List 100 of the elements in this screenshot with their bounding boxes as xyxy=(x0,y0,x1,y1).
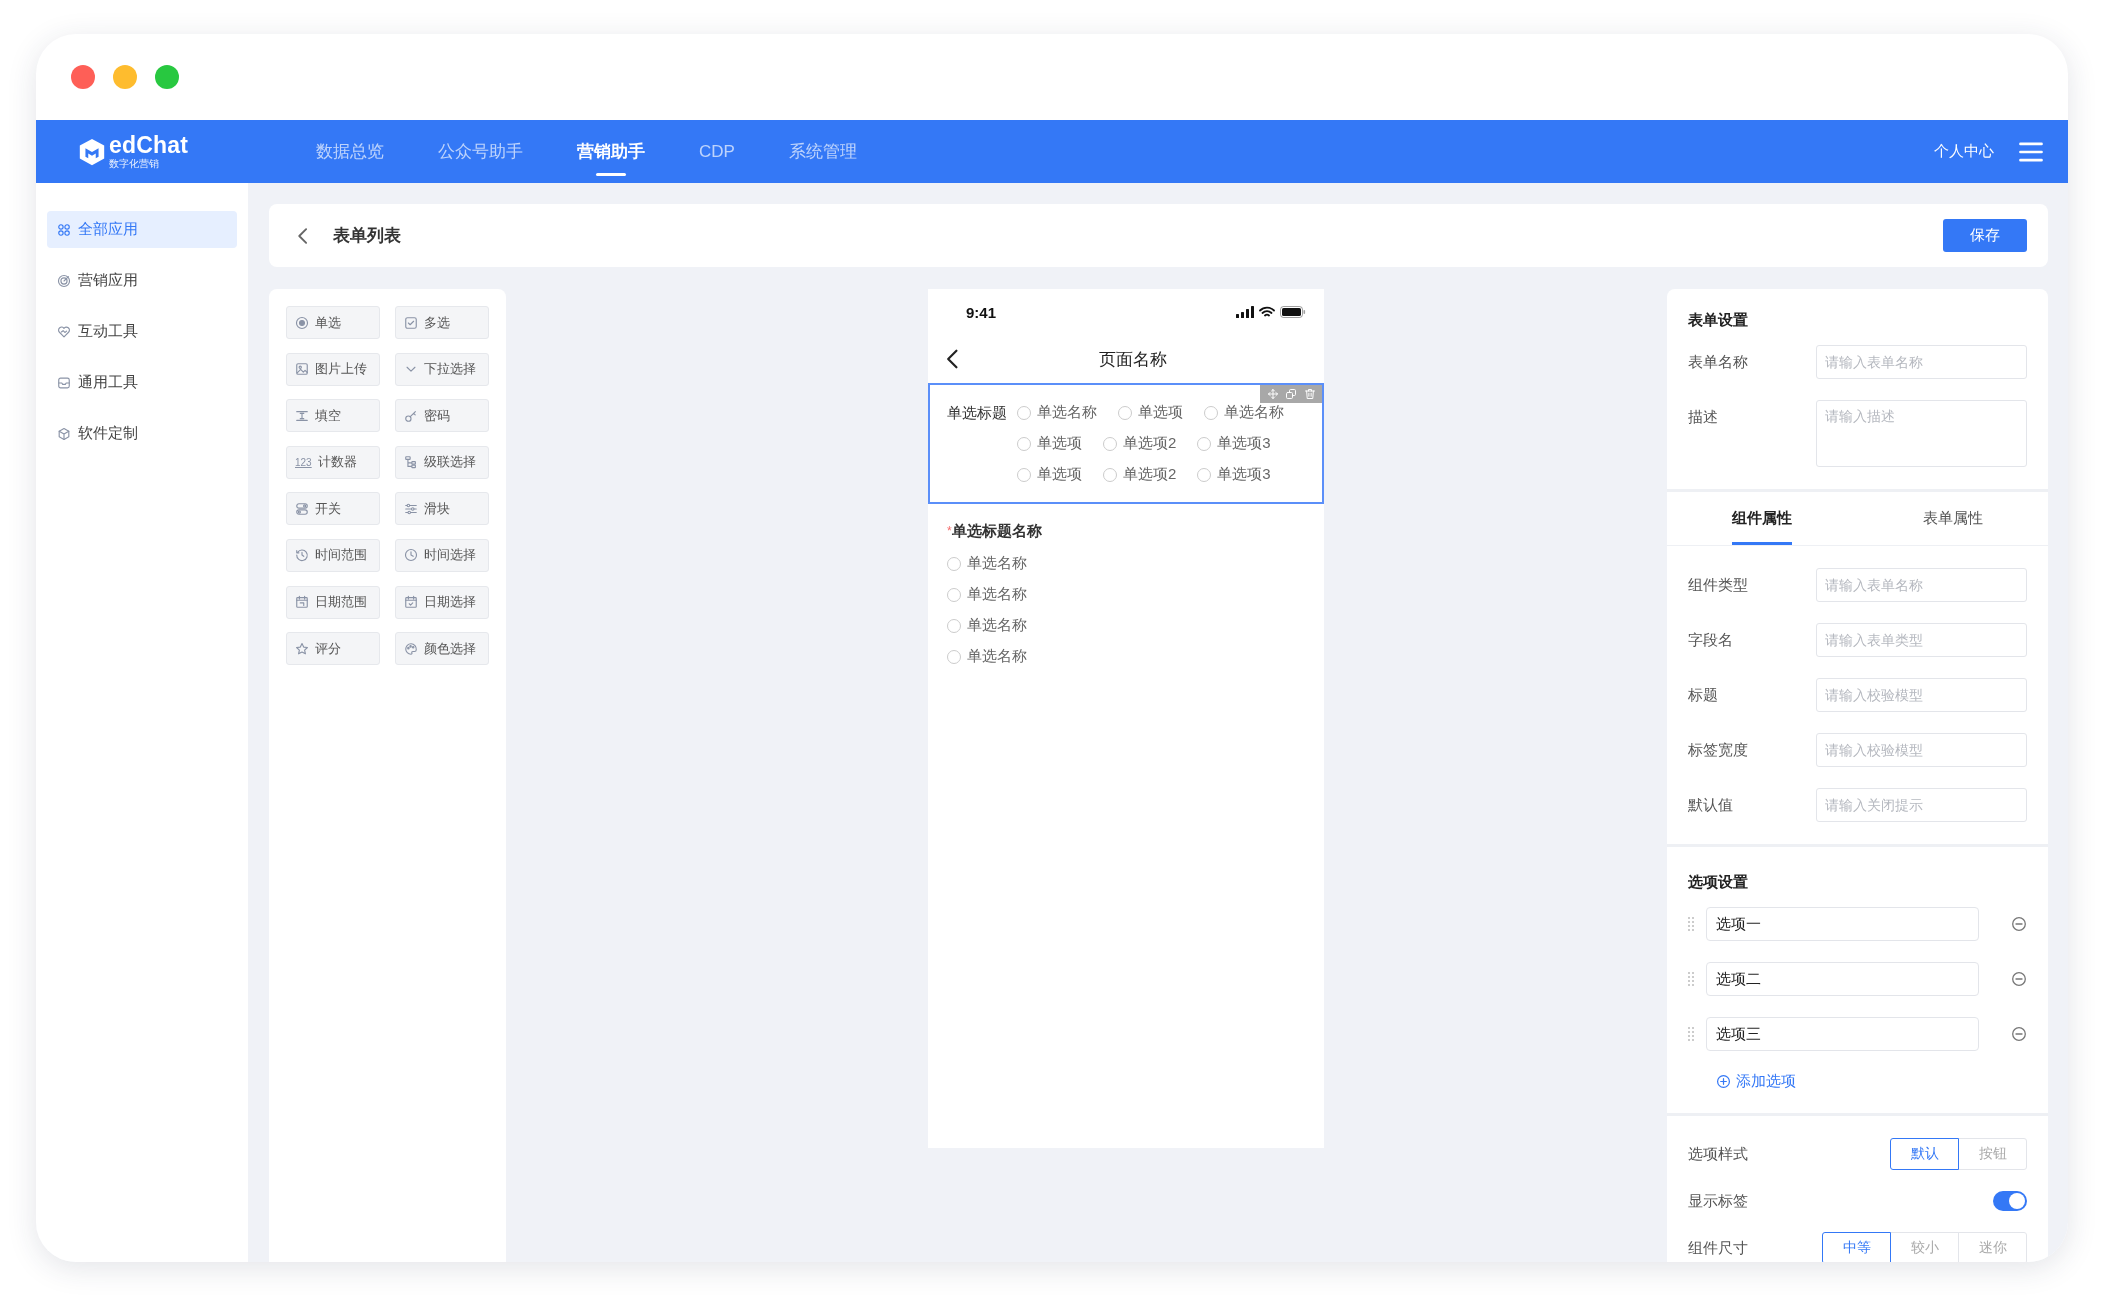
component-item[interactable]: 日期选择 xyxy=(395,585,489,619)
field-label: 标题 xyxy=(1688,685,1719,705)
toggle-switch[interactable] xyxy=(1993,1191,2027,1211)
radio-option[interactable]: 单选项3 xyxy=(1197,434,1271,453)
radio-option[interactable]: 单选项3 xyxy=(1197,465,1271,484)
text-field[interactable]: 请输入表单名称 xyxy=(1816,345,2027,379)
field-label: 字段名 xyxy=(1688,630,1734,650)
field-label: 组件类型 xyxy=(1688,575,1749,595)
radio-option[interactable]: 单选名称 xyxy=(947,647,1027,666)
section-title: 表单设置 xyxy=(1688,310,1749,330)
option-field[interactable]: 选项一 xyxy=(1706,907,1979,941)
window-control[interactable] xyxy=(155,65,179,89)
panel-tab[interactable]: 表单属性 xyxy=(1857,492,2048,545)
cube-icon xyxy=(57,426,71,441)
text-field[interactable]: 请输入关闭提示 xyxy=(1816,788,2027,822)
field-label: 表单名称 xyxy=(1688,352,1749,372)
wifi-icon xyxy=(1259,306,1275,318)
radio-option[interactable]: 单选项 xyxy=(1017,434,1082,453)
logo-subtitle: 数字化营销 xyxy=(109,159,160,169)
panel-tab[interactable]: 组件属性 xyxy=(1667,492,1858,545)
option-field[interactable]: 选项三 xyxy=(1706,1017,1979,1051)
plus-circle-icon xyxy=(1716,1074,1731,1089)
text-field[interactable]: 请输入表单名称 xyxy=(1816,568,2027,602)
form-field[interactable]: *单选标题名称 单选名称 单选名称 单选名称 单选名称 xyxy=(928,504,1324,686)
key-icon xyxy=(404,408,418,423)
text-field[interactable]: 请输入表单类型 xyxy=(1816,623,2027,657)
calendar-icon xyxy=(295,595,309,610)
user-center-link[interactable]: 个人中心 xyxy=(1934,142,1994,161)
setting-label: 显示标签 xyxy=(1688,1191,1749,1211)
radio-option[interactable]: 单选名称 xyxy=(1204,403,1284,422)
sidebar-item[interactable]: 通用工具 xyxy=(47,364,237,401)
logo-text: edChat xyxy=(109,134,189,157)
window-control[interactable] xyxy=(71,65,95,89)
component-item[interactable]: 开关 xyxy=(286,492,380,526)
text-field[interactable]: 请输入校验模型 xyxy=(1816,678,2027,712)
signal-icon xyxy=(1236,306,1254,318)
trash-icon xyxy=(1303,388,1316,400)
text-field[interactable]: 请输入校验模型 xyxy=(1816,733,2027,767)
segment-button[interactable]: 默认 xyxy=(1890,1138,1959,1170)
field-label: 标签宽度 xyxy=(1688,740,1749,760)
drag-handle-icon[interactable] xyxy=(1688,972,1694,986)
sidebar-item[interactable]: 全部应用 xyxy=(47,211,237,248)
drag-handle-icon[interactable] xyxy=(1688,917,1694,931)
inbox-icon xyxy=(57,375,71,390)
component-item[interactable]: 多选 xyxy=(395,306,489,339)
clock-icon xyxy=(404,548,418,563)
battery-icon xyxy=(1280,306,1306,318)
description-field[interactable]: 请输入描述 xyxy=(1816,400,2027,467)
minus-circle-icon xyxy=(2011,1026,2027,1042)
form-field[interactable]: 单选标题 单选名称 单选项 单选名称 单选项 单选项2 单选项3 单选项 单选项2 单选项3 xyxy=(928,383,1324,504)
nav-tab[interactable]: 营销助手 xyxy=(577,120,645,183)
segment-button[interactable]: 中等 xyxy=(1822,1232,1891,1262)
component-item[interactable]: 级联选择 xyxy=(395,445,489,479)
sidebar-item[interactable]: 营销应用 xyxy=(47,262,237,299)
field-label: *单选标题名称 xyxy=(947,521,1043,541)
sidebar-item[interactable]: 软件定制 xyxy=(47,415,237,452)
window-control[interactable] xyxy=(113,65,137,89)
section-title: 选项设置 xyxy=(1688,872,1749,892)
setting-label: 组件尺寸 xyxy=(1688,1238,1749,1258)
star-icon xyxy=(295,641,309,656)
component-item[interactable]: 填空 xyxy=(286,399,380,433)
text-cursor-icon xyxy=(295,408,309,423)
component-item[interactable]: 图片上传 xyxy=(286,352,380,386)
option-field[interactable]: 选项二 xyxy=(1706,962,1979,996)
component-item[interactable]: 颜色选择 xyxy=(395,632,489,666)
grid-icon xyxy=(57,222,71,237)
radio-option[interactable]: 单选名称 xyxy=(1017,403,1097,422)
radio-icon xyxy=(295,315,309,330)
minus-circle-icon xyxy=(2011,916,2027,932)
status-time: 9:41 xyxy=(966,303,997,321)
phone-page-title: 页面名称 xyxy=(1099,348,1167,371)
save-button[interactable]: 保存 xyxy=(1943,219,2027,252)
move-icon xyxy=(1266,388,1279,400)
radio-option[interactable]: 单选项2 xyxy=(1103,434,1177,453)
drag-handle-icon[interactable] xyxy=(1688,1027,1694,1041)
radio-option[interactable]: 单选项 xyxy=(1118,403,1183,422)
checkbox-icon xyxy=(404,315,418,330)
image-icon xyxy=(295,362,309,377)
sidebar-item[interactable]: 互动工具 xyxy=(47,313,237,350)
component-item[interactable]: 单选 xyxy=(286,306,380,339)
add-option-button[interactable]: 添加选项 xyxy=(1716,1072,1796,1091)
component-item[interactable]: 滑块 xyxy=(395,492,489,526)
radio-option[interactable]: 单选项2 xyxy=(1103,465,1177,484)
field-label: 描述 xyxy=(1688,407,1719,427)
field-label: 单选标题 xyxy=(947,403,1008,423)
component-item[interactable]: 密码 xyxy=(395,399,489,433)
tree-icon xyxy=(404,455,418,470)
heart-icon xyxy=(57,324,71,339)
calendar-check-icon xyxy=(404,595,418,610)
radio-option[interactable]: 单选名称 xyxy=(947,554,1027,573)
component-item[interactable]: 评分 xyxy=(286,632,380,666)
component-item[interactable]: 123 计数器 xyxy=(286,445,380,479)
radio-option[interactable]: 单选名称 xyxy=(947,616,1027,635)
component-item[interactable]: 日期范围 xyxy=(286,585,380,619)
radio-option[interactable]: 单选项 xyxy=(1017,465,1082,484)
component-item[interactable]: 下拉选择 xyxy=(395,352,489,386)
radio-option[interactable]: 单选名称 xyxy=(947,585,1027,604)
copy-icon xyxy=(1285,388,1297,400)
component-item[interactable]: 时间范围 xyxy=(286,538,380,572)
component-item[interactable]: 时间选择 xyxy=(395,538,489,572)
